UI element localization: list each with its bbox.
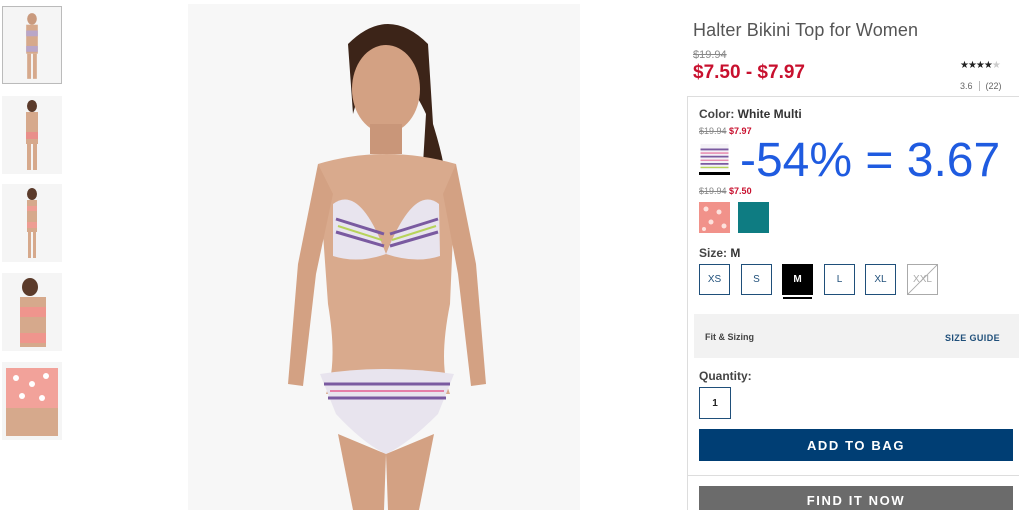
size-option-m[interactable]: M <box>782 264 813 299</box>
swatch-teal[interactable] <box>738 202 769 233</box>
rating-value: 3.6 <box>960 81 973 91</box>
fit-sizing-label[interactable]: Fit & Sizing <box>705 332 754 342</box>
size-option-xs[interactable]: XS <box>699 264 730 295</box>
review-count: (22) <box>985 81 1002 91</box>
thumbnail-front[interactable] <box>2 6 62 84</box>
selected-color-name: White Multi <box>737 107 802 121</box>
thumbnail-closeup[interactable] <box>2 273 62 351</box>
product-title: Halter Bikini Top for Women <box>693 20 919 40</box>
thumbnail-side[interactable] <box>2 184 62 262</box>
rating-summary[interactable]: 3.6 (22) <box>960 81 1002 91</box>
price-annotation: -54% = 3.67 <box>740 134 1001 187</box>
stars-filled: ★★★★ <box>960 60 993 71</box>
thumbnail-back[interactable] <box>2 96 62 174</box>
main-product-image <box>188 4 580 510</box>
color-group-2-was-price: $19.94 <box>699 186 727 196</box>
selected-size: M <box>730 246 741 260</box>
color-group-2-sale-price: $7.50 <box>729 186 752 196</box>
quantity-label: Quantity: <box>699 369 752 383</box>
rating-divider <box>978 81 980 91</box>
swatch-white-multi[interactable] <box>699 144 730 175</box>
size-label: Size: <box>699 246 728 260</box>
was-price: $19.94 <box>693 49 727 61</box>
size-option-xl[interactable]: XL <box>865 264 896 295</box>
stars-empty: ★ <box>991 60 1001 71</box>
quantity-input[interactable]: 1 <box>699 387 731 419</box>
color-group-1-was-price: $19.94 <box>699 126 727 136</box>
size-option-xxl-unavailable[interactable]: XXL <box>907 264 938 295</box>
color-price-group-2: $19.94 $7.50 <box>699 186 752 196</box>
size-option-s[interactable]: S <box>741 264 772 295</box>
section-divider <box>687 475 1019 476</box>
swatch-coral-print[interactable] <box>699 202 730 233</box>
size-option-l[interactable]: L <box>824 264 855 295</box>
color-heading: Color: White Multi <box>699 107 802 121</box>
size-guide-link[interactable]: SIZE GUIDE <box>945 333 1000 343</box>
add-to-bag-button[interactable]: ADD TO BAG <box>699 429 1013 461</box>
size-heading: Size: M <box>699 246 740 260</box>
unavailable-slash-icon <box>908 265 937 294</box>
star-rating[interactable]: ★★★★★ <box>960 60 1001 71</box>
find-it-now-button[interactable]: FIND IT NOW <box>699 486 1013 510</box>
sale-price-range: $7.50 - $7.97 <box>693 62 805 83</box>
thumbnail-fabric[interactable] <box>2 362 62 440</box>
color-label: Color: <box>699 107 735 121</box>
